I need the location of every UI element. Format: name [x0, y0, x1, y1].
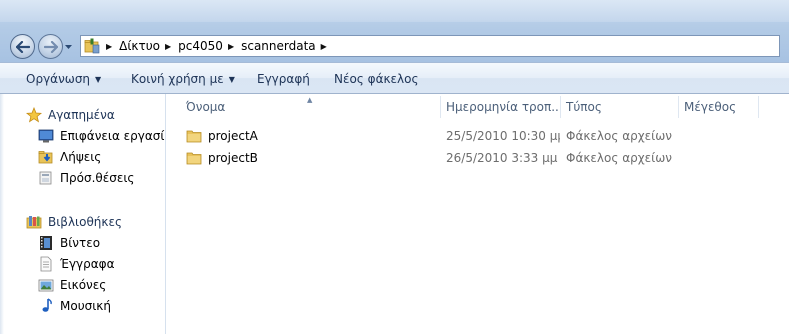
share-with-label: Κοινή χρήση με [131, 72, 224, 86]
list-item[interactable]: projectB 26/5/2010 3:33 μμ Φάκελος αρχεί… [166, 148, 789, 168]
file-date: 26/5/2010 3:33 μμ [446, 151, 558, 165]
nav-item-label: Πρόσ.θέσεις [60, 171, 135, 185]
music-note-icon [38, 298, 54, 314]
breadcrumb-separator[interactable]: ▶ [317, 42, 333, 51]
command-bar: Οργάνωση ▼ Κοινή χρήση με ▼ Εγγραφή Νέος φ… [0, 62, 789, 94]
navigation-pane: Αγαπημένα Επιφάνεια εργασίας Λήψεις Πρόσ… [0, 94, 165, 334]
column-date-modified[interactable]: Ημερομηνία τροπ... [440, 94, 560, 120]
chevron-down-icon: ▼ [228, 75, 235, 84]
downloads-folder-icon [38, 149, 54, 165]
document-icon [38, 256, 54, 272]
burn-button[interactable]: Εγγραφή [257, 72, 310, 86]
address-bar[interactable]: ▶ Δίκτυο ▶ pc4050 ▶ scannerdata ▶ [80, 35, 780, 57]
organize-label: Οργάνωση [26, 72, 91, 86]
breadcrumb-pc4050[interactable]: pc4050 [177, 39, 224, 53]
list-item[interactable]: projectA 25/5/2010 10:30 μμ Φάκελος αρχε… [166, 126, 789, 146]
file-list: ▲ Όνομα Ημερομηνία τροπ... Τύπος Μέγεθος… [166, 94, 789, 334]
breadcrumb-separator[interactable]: ▶ [161, 42, 177, 51]
window-left-edge [0, 94, 4, 334]
recent-places-icon [38, 170, 54, 186]
breadcrumb-separator[interactable]: ▶ [224, 42, 240, 51]
chevron-down-icon: ▼ [95, 75, 102, 84]
file-name-cell[interactable]: projectB [186, 148, 436, 168]
nav-favorites-label: Αγαπημένα [48, 108, 115, 122]
nav-favorites[interactable]: Αγαπημένα [0, 105, 165, 125]
file-date: 25/5/2010 10:30 μμ [446, 129, 560, 143]
organize-button[interactable]: Οργάνωση ▼ [26, 72, 101, 86]
desktop-icon [38, 128, 54, 144]
file-name: projectA [208, 129, 258, 143]
nav-item-downloads[interactable]: Λήψεις [0, 147, 165, 167]
pictures-icon [38, 277, 54, 293]
file-size [684, 148, 758, 168]
breadcrumb-scannerdata[interactable]: scannerdata [240, 39, 317, 53]
new-folder-button[interactable]: Νέος φάκελος [334, 72, 419, 86]
column-name[interactable]: Όνομα [180, 94, 440, 120]
file-type: Φάκελος αρχείων [566, 151, 672, 165]
file-name-cell[interactable]: projectA [186, 126, 436, 146]
nav-item-music[interactable]: Μουσική [0, 296, 165, 316]
explorer-window: ▶ Δίκτυο ▶ pc4050 ▶ scannerdata ▶ Οργάνω… [0, 0, 789, 334]
libraries-icon [26, 214, 42, 230]
column-divider[interactable] [758, 96, 759, 118]
folder-icon [186, 128, 202, 144]
forward-button[interactable] [38, 34, 63, 59]
back-arrow-icon [15, 40, 30, 53]
star-icon [26, 107, 42, 123]
column-type[interactable]: Τύπος [560, 94, 678, 120]
file-name: projectB [208, 151, 258, 165]
column-size[interactable]: Μέγεθος [678, 94, 758, 120]
folder-icon [186, 150, 202, 166]
chevron-down-icon [64, 45, 72, 49]
nav-libraries[interactable]: Βιβλιοθήκες [0, 212, 165, 232]
nav-item-label: Έγγραφα [60, 257, 115, 271]
nav-item-label: Μουσική [60, 299, 111, 313]
column-header: ▲ Όνομα Ημερομηνία τροπ... Τύπος Μέγεθος [166, 94, 789, 120]
nav-libraries-label: Βιβλιοθήκες [48, 215, 123, 229]
breadcrumb-separator[interactable]: ▶ [102, 42, 118, 51]
nav-item-label: Εικόνες [60, 278, 107, 292]
nav-item-label: Επιφάνεια εργασίας [60, 129, 165, 143]
file-size [684, 126, 758, 146]
back-button[interactable] [10, 34, 35, 59]
nav-item-videos[interactable]: Βίντεο [0, 233, 165, 253]
share-with-button[interactable]: Κοινή χρήση με ▼ [131, 72, 235, 86]
nav-item-desktop[interactable]: Επιφάνεια εργασίας [0, 126, 165, 146]
nav-item-label: Λήψεις [60, 150, 102, 164]
nav-item-pictures[interactable]: Εικόνες [0, 275, 165, 295]
network-folder-icon [84, 37, 102, 55]
breadcrumb-network[interactable]: Δίκτυο [118, 39, 161, 53]
nav-item-documents[interactable]: Έγγραφα [0, 254, 165, 274]
nav-item-label: Βίντεο [60, 236, 101, 250]
video-icon [38, 235, 54, 251]
recent-pages-dropdown[interactable] [63, 42, 73, 52]
nav-item-recent-places[interactable]: Πρόσ.θέσεις [0, 168, 165, 188]
file-type: Φάκελος αρχείων [566, 129, 672, 143]
forward-arrow-icon [43, 40, 58, 53]
